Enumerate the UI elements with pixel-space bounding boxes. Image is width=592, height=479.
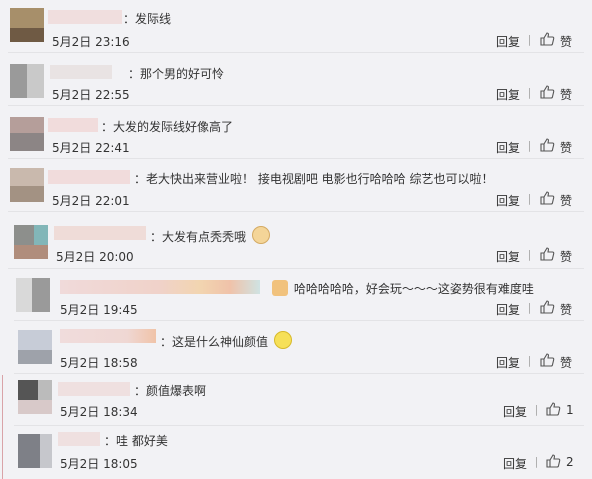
separator: | xyxy=(534,455,539,468)
username-blurred[interactable] xyxy=(60,329,156,343)
separator: | xyxy=(527,192,532,205)
separator: | xyxy=(534,403,539,416)
thumbs-up-icon xyxy=(540,138,555,152)
reply-button[interactable]: 回复 xyxy=(496,33,520,50)
comment-time: 5月2日 22:41 xyxy=(52,141,130,155)
comment-text-label: ：这是什么神仙颜值 xyxy=(160,335,269,349)
comment-time: 5月2日 18:34 xyxy=(60,405,138,419)
like-label: 赞 xyxy=(560,88,573,102)
comment-text: ：老大快出来营业啦！ 接电视剧吧 电影也行哈哈哈 综艺也可以啦！ xyxy=(134,172,494,186)
comment-item: ：大发的发际线好像高了 5月2日 22:41 回复 | 赞 xyxy=(0,105,592,157)
comment-time: 5月2日 18:58 xyxy=(60,356,138,370)
reply-button[interactable]: 回复 xyxy=(496,248,520,265)
separator: | xyxy=(527,33,532,46)
username-blurred[interactable] xyxy=(48,10,122,24)
username-blurred[interactable] xyxy=(54,226,146,240)
reply-button[interactable]: 回复 xyxy=(496,139,520,156)
username-blurred[interactable] xyxy=(60,280,260,294)
like-label: 赞 xyxy=(560,141,573,155)
separator: | xyxy=(527,139,532,152)
reply-button[interactable]: 回复 xyxy=(503,403,527,420)
thumbs-up-icon xyxy=(540,247,555,261)
like-label: 赞 xyxy=(560,194,573,208)
comment-text: ：那个男的好可怜 xyxy=(128,67,225,81)
avatar[interactable] xyxy=(16,278,50,312)
avatar[interactable] xyxy=(10,168,44,202)
comment-text: 哈哈哈哈哈，好会玩～～～这姿势很有难度哇 xyxy=(272,280,534,297)
comment-time: 5月2日 20:00 xyxy=(56,250,134,264)
comment-text: ：这是什么神仙颜值 xyxy=(160,331,292,350)
username-blurred[interactable] xyxy=(58,432,100,446)
comment-item: ：发际线 5月2日 23:16 回复 | 赞 xyxy=(0,0,592,50)
comment-item: 哈哈哈哈哈，好会玩～～～这姿势很有难度哇 5月2日 19:45 回复 | 赞 xyxy=(0,268,592,320)
comment-time: 5月2日 19:45 xyxy=(60,303,138,317)
thumbs-up-icon xyxy=(546,402,561,416)
thumbs-up-icon xyxy=(540,353,555,367)
separator: | xyxy=(527,248,532,261)
reply-button[interactable]: 回复 xyxy=(496,301,520,318)
comment-item: ：大发有点秃秃哦 5月2日 20:00 回复 | 赞 xyxy=(0,211,592,267)
avatar[interactable] xyxy=(10,64,44,98)
thumbs-up-icon xyxy=(540,300,555,314)
reply-button[interactable]: 回复 xyxy=(503,455,527,472)
comment-text: ：发际线 xyxy=(123,12,172,26)
thumbs-up-icon xyxy=(540,191,555,205)
separator: | xyxy=(527,354,532,367)
comment-time: 5月2日 22:01 xyxy=(52,194,130,208)
like-label: 赞 xyxy=(560,356,573,370)
avatar[interactable] xyxy=(18,330,52,364)
like-label: 赞 xyxy=(560,250,573,264)
username-blurred[interactable] xyxy=(50,65,112,79)
avatar[interactable] xyxy=(18,380,52,414)
comment-text-label: 哈哈哈哈哈，好会玩～～～这姿势很有难度哇 xyxy=(293,282,534,296)
avatar[interactable] xyxy=(10,117,44,151)
comment-text: ：哇 都好美 xyxy=(104,434,168,448)
comment-text: ：颜值爆表啊 xyxy=(134,384,207,398)
thumbs-up-icon xyxy=(546,454,561,468)
reply-button[interactable]: 回复 xyxy=(496,192,520,209)
thumbs-up-icon xyxy=(540,32,555,46)
avatar[interactable] xyxy=(14,225,48,259)
comment-item: ：这是什么神仙颜值 5月2日 18:58 回复 | 赞 xyxy=(0,320,592,372)
comment-text: ：大发有点秃秃哦 xyxy=(150,226,270,245)
comment-text-label: ：大发有点秃秃哦 xyxy=(150,230,247,244)
avatar[interactable] xyxy=(10,8,44,42)
username-blurred[interactable] xyxy=(48,118,98,132)
like-label: 赞 xyxy=(560,35,573,49)
username-blurred[interactable] xyxy=(58,382,130,396)
separator: | xyxy=(527,301,532,314)
clap-emoji-icon xyxy=(272,280,288,296)
comment-item: ：哇 都好美 5月2日 18:05 回复 | 2 xyxy=(0,426,592,479)
comment-time: 5月2日 23:16 xyxy=(52,35,130,49)
like-count: 1 xyxy=(566,403,574,417)
comment-time: 5月2日 18:05 xyxy=(60,457,138,471)
avatar[interactable] xyxy=(18,434,52,468)
comment-item: ：颜值爆表啊 5月2日 18:34 回复 | 1 xyxy=(0,374,592,424)
comment-text: ：大发的发际线好像高了 xyxy=(101,120,234,134)
comment-item: ：老大快出来营业啦！ 接电视剧吧 电影也行哈哈哈 综艺也可以啦！ 5月2日 22… xyxy=(0,158,592,210)
comment-item: ：那个男的好可怜 5月2日 22:55 回复 | 赞 xyxy=(0,52,592,104)
doge-emoji-icon xyxy=(251,226,270,244)
like-label: 赞 xyxy=(560,303,573,317)
separator: | xyxy=(527,86,532,99)
heart-eyes-emoji-icon xyxy=(273,331,292,349)
reply-button[interactable]: 回复 xyxy=(496,354,520,371)
username-blurred[interactable] xyxy=(48,170,130,184)
reply-button[interactable]: 回复 xyxy=(496,86,520,103)
comment-time: 5月2日 22:55 xyxy=(52,88,130,102)
like-count: 2 xyxy=(566,455,574,469)
thumbs-up-icon xyxy=(540,85,555,99)
